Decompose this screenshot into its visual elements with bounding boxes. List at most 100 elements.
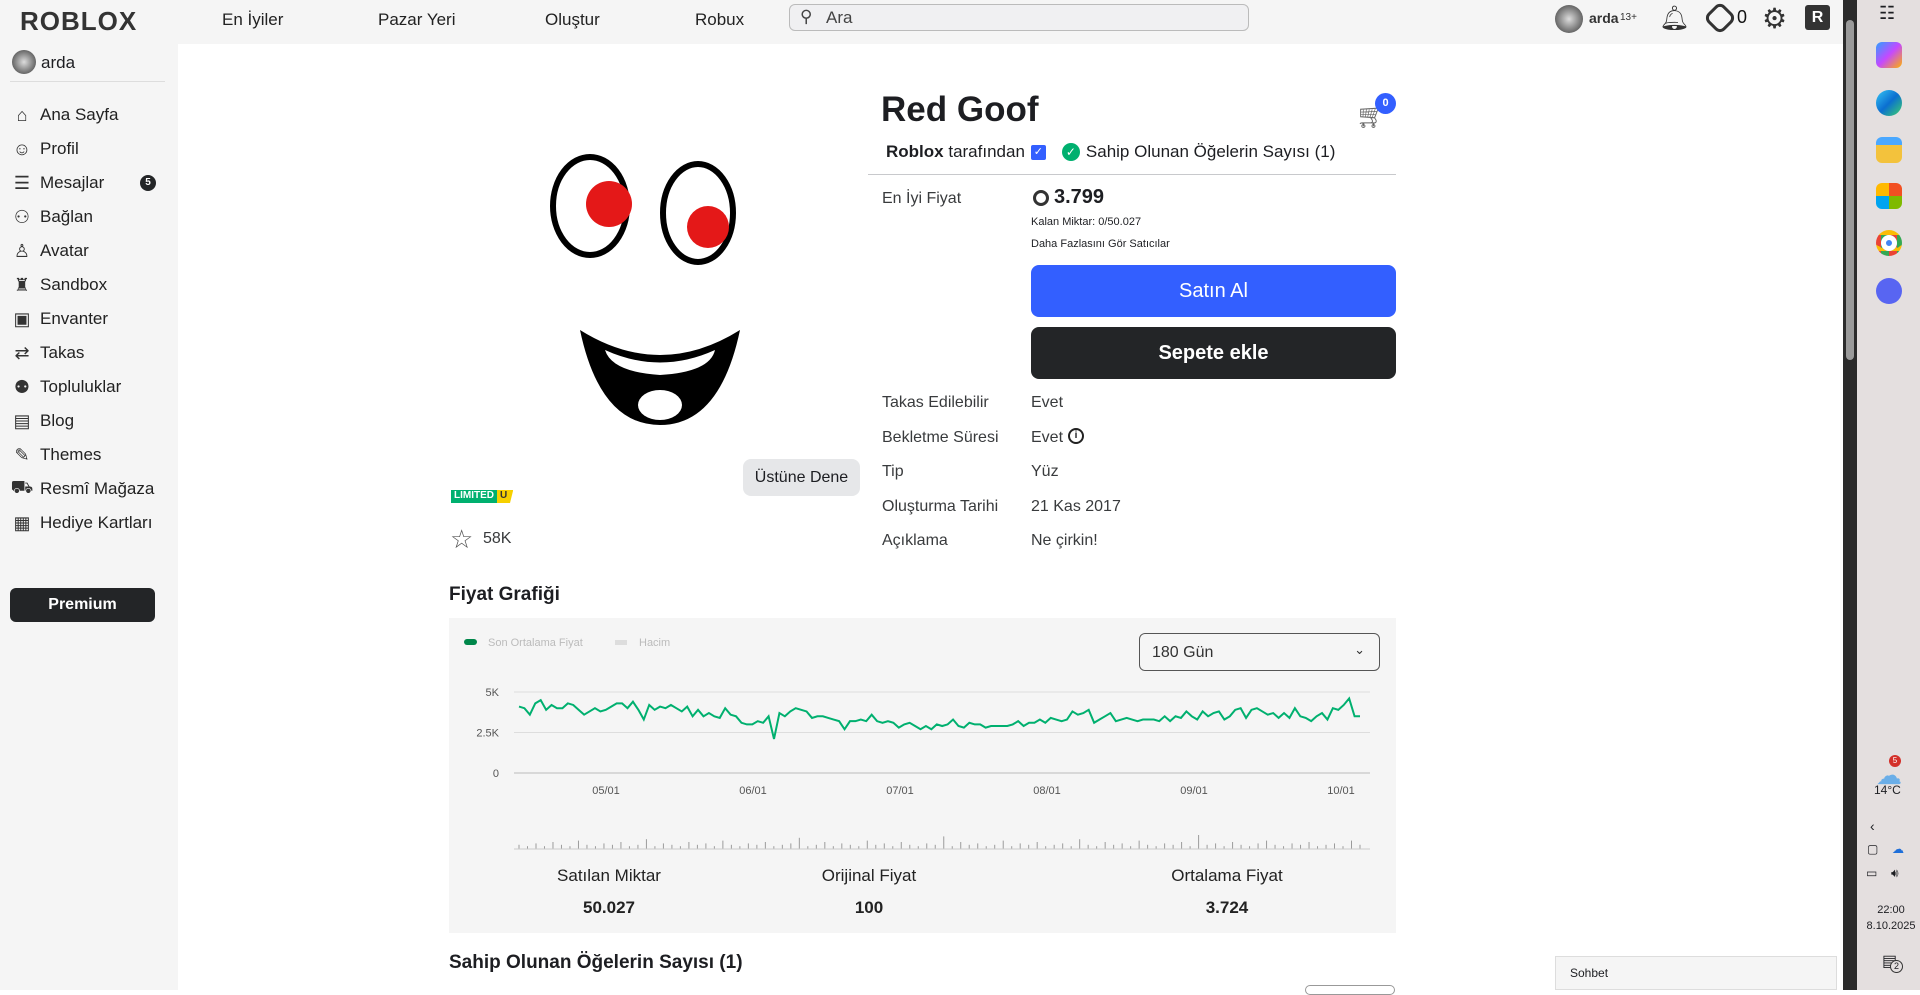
user-avatar[interactable] <box>1555 5 1583 33</box>
sidebar-avatar[interactable] <box>12 50 36 74</box>
item-title: Red Goof <box>881 90 1039 129</box>
sidebar-item-label: Ana Sayfa <box>40 105 119 124</box>
sidebar-item-label: Mesajlar <box>40 173 105 192</box>
sidebar-item-label: Bağlan <box>40 207 93 226</box>
network-icon[interactable]: ▭ <box>1866 866 1877 880</box>
y-tick-label: 0 <box>493 768 499 780</box>
edge-icon[interactable] <box>1876 90 1902 116</box>
sidebar-item-hediye-kartlar-[interactable]: ▦ Hediye Kartları <box>10 508 152 538</box>
widgets-icon[interactable]: ☷ <box>1879 3 1895 24</box>
detail-label: Takas Edilebilir <box>882 394 989 411</box>
verified-badge-icon: ✓ <box>1030 144 1046 160</box>
owned-section-title: Sahip Olunan Öğelerin Sayısı (1) <box>449 952 743 973</box>
item-image <box>550 154 740 425</box>
chat-panel[interactable]: Sohbet <box>1555 956 1837 990</box>
show-hidden-icons-chevron-icon[interactable]: ‹ <box>1870 818 1875 834</box>
nav-charts[interactable]: En İyiler <box>222 10 283 30</box>
nav-create[interactable]: Oluştur <box>545 10 600 30</box>
sidebar-item-envanter[interactable]: ▣ Envanter <box>10 304 108 334</box>
search-placeholder: Ara <box>826 8 853 27</box>
groups-icon: ⚉ <box>13 376 31 397</box>
creator-row: Roblox tarafından ✓ ✓ Sahip Olunan Öğele… <box>886 142 1335 162</box>
info-icon[interactable]: i <box>1068 428 1084 444</box>
discord-icon[interactable] <box>1876 278 1902 304</box>
clock-date[interactable]: 8.10.2025 <box>1862 920 1920 932</box>
sidebar-item-takas[interactable]: ⇄ Takas <box>10 338 84 368</box>
favorite-count: 58K <box>483 530 512 547</box>
store-icon[interactable] <box>1876 183 1902 209</box>
add-to-cart-button[interactable]: Sepete ekle <box>1031 327 1396 379</box>
sidebar-item-label: Profil <box>40 139 79 158</box>
robux-balance: 0 <box>1737 7 1748 27</box>
username[interactable]: arda <box>1589 10 1619 26</box>
owned-check-icon: ✓ <box>1061 143 1080 161</box>
search-input[interactable]: ⚲ Ara <box>789 4 1249 31</box>
try-on-button[interactable]: Üstüne Dene <box>743 459 860 496</box>
sidebar-item-avatar[interactable]: ♙ Avatar <box>10 236 89 266</box>
unique-label: U <box>497 490 514 503</box>
sidebar-item-topluluklar[interactable]: ⚉ Topluluklar <box>10 372 121 402</box>
sidebar-item-sandbox[interactable]: ♜ Sandbox <box>10 270 107 300</box>
home-icon: ⌂ <box>16 104 28 125</box>
stat-value: 3.724 <box>1205 898 1249 917</box>
left-pupil <box>586 181 632 227</box>
sidebar-item-blog[interactable]: ▤ Blog <box>10 406 74 436</box>
sidebar-item-label: Blog <box>40 411 75 430</box>
inventory-icon: ▣ <box>13 308 31 329</box>
copilot-icon[interactable] <box>1876 42 1902 68</box>
x-tick-label: 10/01 <box>1327 785 1355 797</box>
x-tick-label: 07/01 <box>886 785 914 797</box>
chrome-icon[interactable] <box>1876 230 1902 256</box>
onedrive-icon[interactable]: ☁ <box>1892 842 1904 856</box>
file-explorer-icon[interactable] <box>1876 137 1902 163</box>
price-chart: 5K 2.5K 0 05/01 06/01 07/01 08/01 09/01 10/01 <box>476 687 1370 850</box>
detail-value: Evet <box>1031 428 1064 446</box>
sidebar-item-label: Envanter <box>40 309 109 328</box>
user-icon: ☺ <box>12 138 32 159</box>
settings-gear-icon[interactable]: ⚙ <box>1762 2 1787 35</box>
premium-button[interactable]: Premium <box>10 588 155 622</box>
roblox-logo[interactable]: ROBLOX <box>20 6 137 37</box>
sidebar-item-themes[interactable]: ✎ Themes <box>10 440 101 470</box>
owned-count-link[interactable]: Sahip Olunan Öğelerin Sayısı (1) <box>1086 142 1335 162</box>
sidebar-item-resm-ma-aza[interactable]: ⛟ Resmî Mağaza <box>10 474 155 504</box>
right-pupil <box>687 206 729 248</box>
detail-value: Evet <box>1031 394 1064 411</box>
owned-filter-button[interactable] <box>1305 985 1395 995</box>
more-sellers-link[interactable]: Daha Fazlasını Gör Satıcılar <box>1031 238 1170 250</box>
sidebar-item-label: Themes <box>40 445 102 464</box>
notification-count: 2 <box>1890 960 1903 973</box>
search-icon: ⚲ <box>800 7 813 26</box>
sidebar-item-ana-sayfa[interactable]: ⌂ Ana Sayfa <box>10 100 119 130</box>
nav-marketplace[interactable]: Pazar Yeri <box>378 10 456 30</box>
detail-label: Tip <box>882 463 904 480</box>
sidebar-item-profil[interactable]: ☺ Profil <box>10 134 79 164</box>
sidebar-item-ba-lan[interactable]: ⚇ Bağlan <box>10 202 93 232</box>
notification-bell-icon[interactable]: 🔔︎ <box>1659 4 1689 33</box>
sidebar-item-mesajlar[interactable]: ☰ Mesajlar 5 <box>10 168 156 198</box>
nav-robux[interactable]: Robux <box>695 10 744 30</box>
y-tick-label: 5K <box>486 687 500 699</box>
chat-label: Sohbet <box>1570 966 1609 980</box>
creator-link[interactable]: Roblox <box>886 142 944 162</box>
favorite-star-icon[interactable]: ☆ <box>450 524 473 555</box>
age-badge: 13+ <box>1620 12 1637 23</box>
extension-icon[interactable]: R <box>1805 5 1830 30</box>
sidebar-username[interactable]: arda <box>41 53 75 73</box>
stat-label: Ortalama Fiyat <box>1171 866 1283 885</box>
sidebar-item-label: Sandbox <box>40 275 108 294</box>
detail-value: Yüz <box>1031 463 1059 480</box>
robux-icon <box>1033 190 1049 206</box>
scrollbar-thumb[interactable] <box>1846 20 1854 360</box>
volume-icon[interactable]: 🔊︎ <box>1891 866 1899 881</box>
divider <box>868 174 1396 175</box>
camera-icon[interactable]: ▢ <box>1867 842 1878 856</box>
clock-time[interactable]: 22:00 <box>1864 904 1918 916</box>
sidebar-item-label: Takas <box>40 343 85 362</box>
buy-button[interactable]: Satın Al <box>1031 265 1396 317</box>
sidebar-item-label: Topluluklar <box>40 377 122 396</box>
sandbox-icon: ♜ <box>13 274 31 295</box>
sidebar-item-label: Hediye Kartları <box>40 513 153 532</box>
blog-icon: ▤ <box>13 410 31 431</box>
robux-icon[interactable] <box>1703 1 1737 35</box>
